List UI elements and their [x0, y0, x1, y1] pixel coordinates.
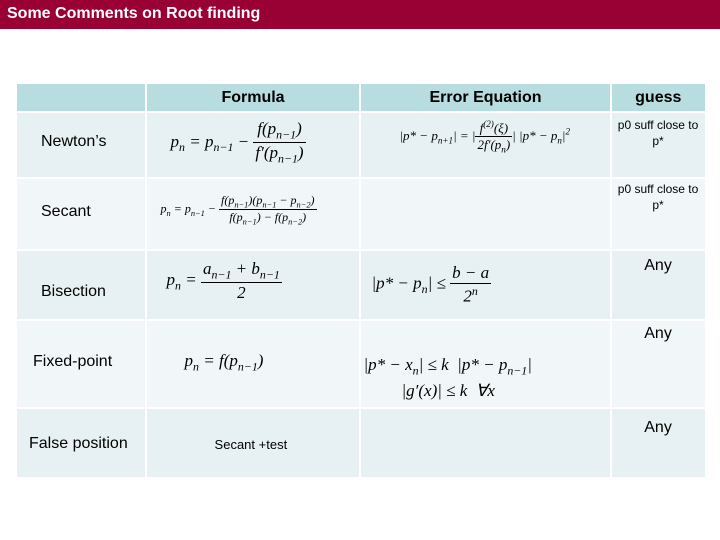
table-row: Newton’s pn = pn−1 − f(pn−1) f′(pn−1) |p*…	[17, 113, 705, 177]
formula-newton: pn = pn−1 − f(pn−1) f′(pn−1)	[170, 119, 306, 166]
table-row: Secant pn = pn−1 − f(pn−1)(pn−1 − pn−2) f…	[17, 179, 705, 249]
guess-value: Any	[644, 257, 672, 274]
error-fixed-point-condition: |g′(x)| ≤ k ∀x	[401, 381, 495, 400]
method-label: Bisection	[41, 283, 106, 300]
header-error-equation: Error Equation	[361, 84, 610, 111]
error-secant	[361, 179, 610, 249]
table-row: Bisection pn = an−1 + bn−1 2 |p* − pn| ≤ …	[17, 251, 705, 319]
formula-secant: pn = pn−1 − f(pn−1)(pn−1 − pn−2) f(pn−1) …	[160, 193, 317, 227]
formula-false-position: Secant +test	[214, 437, 288, 452]
header-formula: Formula	[146, 84, 360, 111]
formula-fixed-point: pn = f(pn−1)	[184, 351, 264, 374]
table-header-row: Formula Error Equation guess	[17, 84, 705, 111]
error-bisection: |p* − pn| ≤ b − a 2n	[371, 263, 492, 306]
error-fixed-point: |p* − xn| ≤ k |p* − pn−1|	[363, 355, 532, 378]
formula-bisection: pn = an−1 + bn−1 2	[166, 259, 282, 303]
method-label: Secant	[41, 203, 91, 220]
method-label: False position	[29, 435, 128, 452]
method-label: Newton’s	[41, 133, 107, 150]
header-empty	[17, 84, 145, 111]
guess-value: p0 suff close to p*	[617, 118, 699, 148]
title-bar: Some Comments on Root finding	[0, 0, 720, 29]
guess-value: Any	[644, 325, 672, 342]
table-row: Fixed-point pn = f(pn−1) |p* − xn| ≤ k |…	[17, 321, 705, 407]
slide-title: Some Comments on Root finding	[7, 5, 261, 22]
method-label: Fixed-point	[33, 353, 113, 370]
header-guess: guess	[611, 84, 705, 111]
guess-value: p0 suff close to p*	[617, 182, 699, 212]
error-newton: |p* − pn+1| = | f(2)(ξ) 2f′(pn) | |p* − pn|…	[399, 119, 571, 155]
root-finding-table: Formula Error Equation guess Newton’s pn…	[15, 82, 707, 479]
table-row: False position Secant +test Any	[17, 409, 705, 477]
error-false-position	[361, 409, 610, 477]
guess-value: Any	[644, 419, 672, 436]
